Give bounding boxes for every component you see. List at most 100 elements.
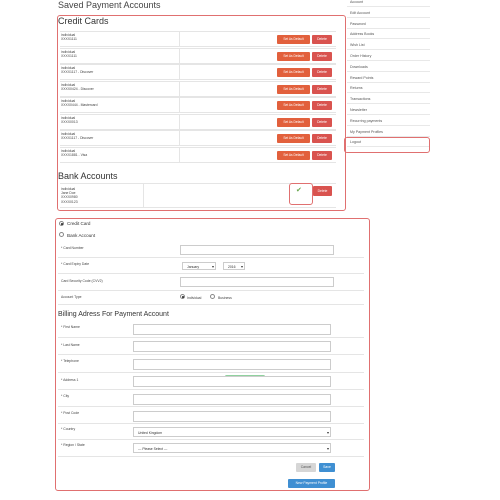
set-default-button[interactable]: Set As Default <box>277 151 310 160</box>
credit-cards-title: Credit Cards <box>58 16 109 26</box>
first-name-row: * First Name <box>58 322 364 338</box>
post-code-row: * Post Code <box>58 407 364 424</box>
region-row: * Region / State --- Please Select --- <box>58 440 364 457</box>
credit-card-row: individual XXXX0013 Set As Default Delete <box>60 114 336 130</box>
sidebar-item-edit-account[interactable]: Edit Account <box>347 8 430 18</box>
cvv-label: Card Security Code (CVV2) <box>61 279 103 283</box>
business-radio[interactable] <box>210 294 215 299</box>
card-number-masked: XXXX0013 <box>61 120 78 125</box>
city-row: * City <box>58 390 364 407</box>
credit-card-radio-label: Credit Card <box>67 221 91 226</box>
account-type-row: Account Type Individual Business <box>58 291 364 305</box>
sidebar-item-reward-points[interactable]: Reward Points <box>347 73 430 83</box>
card-number-input[interactable] <box>180 245 334 255</box>
address1-label: * Address 1 <box>61 378 79 382</box>
sidebar-item-wish-list[interactable]: Wish List <box>347 40 430 51</box>
credit-card-row: individual XXXX1117 - Discover Set As Defa… <box>60 130 336 146</box>
billing-title: Billing Adress For Payment Account <box>58 311 169 318</box>
save-button[interactable]: Save <box>319 463 335 472</box>
post-code-input[interactable] <box>133 411 331 422</box>
account-type-label: Account Type <box>61 295 82 299</box>
set-default-button[interactable]: Set As Default <box>277 35 310 44</box>
individual-label: Individual <box>187 296 202 300</box>
set-default-button[interactable]: Set As Default <box>277 134 310 143</box>
card-number-masked: XXXX1111 <box>61 54 77 59</box>
delete-card-button[interactable]: Delete <box>312 118 332 127</box>
bank-account-radio-label: Bank Account <box>67 233 96 238</box>
sidebar-highlight <box>344 137 430 153</box>
bank-accounts-title: Bank Accounts <box>58 171 118 181</box>
card-number-masked: XXXX1117 - Discover <box>61 136 94 141</box>
card-number-label: * Card Number <box>61 246 84 250</box>
delete-card-button[interactable]: Delete <box>312 68 332 77</box>
sidebar-item-newsletter[interactable]: Newsletter <box>347 105 430 115</box>
delete-card-button[interactable]: Delete <box>312 85 332 94</box>
credit-card-radio[interactable] <box>59 221 64 226</box>
expiry-label: * Card Expiry Date <box>61 262 90 266</box>
delete-card-button[interactable]: Delete <box>312 101 332 110</box>
delete-card-button[interactable]: Delete <box>312 151 332 160</box>
credit-card-row: individual XXXX1881 - Visa Set As Default D… <box>60 147 336 163</box>
check-icon: ✔ <box>296 187 302 194</box>
address1-input[interactable] <box>133 376 331 387</box>
sidebar-item-address-books[interactable]: Address Books <box>347 29 430 40</box>
delete-card-button[interactable]: Delete <box>312 35 332 44</box>
telephone-input[interactable] <box>133 359 331 370</box>
telephone-label: * Telephone <box>61 359 79 363</box>
last-name-input[interactable] <box>133 341 331 352</box>
bank-line3: XXXX0980 <box>61 195 78 200</box>
cvv-row: Card Security Code (CVV2) <box>58 274 364 291</box>
card-number-masked: XXXX1111 <box>61 37 77 42</box>
cvv-input[interactable] <box>180 277 334 287</box>
credit-card-row: individual XXXX1111 Set As Default Delete <box>60 48 336 64</box>
sidebar-item-transactions[interactable]: Transactions <box>347 94 430 105</box>
set-default-button[interactable]: Set As Default <box>277 101 310 110</box>
credit-card-row: individual XXXX1117 - Discover Set As Defa… <box>60 64 336 80</box>
set-default-button[interactable]: Set As Default <box>277 118 310 127</box>
post-code-label: * Post Code <box>61 411 80 415</box>
set-default-button[interactable]: Set As Default <box>277 52 310 61</box>
delete-card-button[interactable]: Delete <box>312 52 332 61</box>
last-name-row: * Last Name <box>58 338 364 355</box>
region-label: * Region / State <box>61 443 85 447</box>
page-title: Saved Payment Accounts <box>58 0 161 10</box>
sidebar-item-downloads[interactable]: Downloads <box>347 62 430 72</box>
credit-card-row: individual XXXX0424 - Discover Set As Defa… <box>60 81 336 97</box>
cancel-button[interactable]: Cancel <box>296 463 316 472</box>
country-label: * Country <box>61 427 76 431</box>
sidebar-item-password[interactable]: Password <box>347 19 430 29</box>
credit-card-row: individual XXXX1111 Set As Default Delete <box>60 31 336 47</box>
sidebar-item-recurring-payments[interactable]: Recurring payments <box>347 116 430 126</box>
telephone-row: * Telephone <box>58 355 364 373</box>
sidebar-item-my-payment-profiles[interactable]: My Payment Profiles <box>347 127 430 137</box>
country-row: * Country United Kingdom <box>58 424 364 440</box>
region-select[interactable]: --- Please Select --- <box>133 443 331 454</box>
credit-card-row: individual XXXX0444 - Mastercard Set As De… <box>60 97 336 113</box>
set-default-button[interactable]: Set As Default <box>277 68 310 77</box>
country-select[interactable]: United Kingdom <box>133 427 331 438</box>
card-number-masked: XXXX1881 - Visa <box>61 153 88 158</box>
expiry-month-select[interactable]: January <box>182 262 216 271</box>
sidebar-item-order-history[interactable]: Order History <box>347 51 430 61</box>
set-default-button[interactable]: Set As Default <box>277 85 310 94</box>
bank-line4: XXXX0123 <box>61 199 78 204</box>
card-number-row: * Card Number <box>58 242 364 258</box>
card-number-masked: XXXX0424 - Discover <box>61 87 94 92</box>
bank-delete-button[interactable]: Delete <box>313 186 332 196</box>
expiry-year-select[interactable]: 2016 <box>223 262 245 271</box>
new-payment-profile-button[interactable]: New Payment Profile <box>288 479 335 488</box>
expiry-row: * Card Expiry Date January 2016 <box>58 258 364 274</box>
first-name-label: * First Name <box>61 325 80 329</box>
individual-radio[interactable] <box>180 294 185 299</box>
city-label: * City <box>61 394 70 398</box>
sidebar-item-account[interactable]: Account <box>347 0 430 7</box>
first-name-input[interactable] <box>133 324 331 335</box>
bank-account-radio[interactable] <box>59 232 64 237</box>
last-name-label: * Last Name <box>61 343 80 347</box>
card-number-masked: XXXX0444 - Mastercard <box>61 103 98 108</box>
delete-card-button[interactable]: Delete <box>312 134 332 143</box>
city-input[interactable] <box>133 394 331 405</box>
card-number-masked: XXXX1117 - Discover <box>61 70 94 75</box>
business-label: Business <box>218 296 232 300</box>
sidebar-item-returns[interactable]: Returns <box>347 83 430 94</box>
